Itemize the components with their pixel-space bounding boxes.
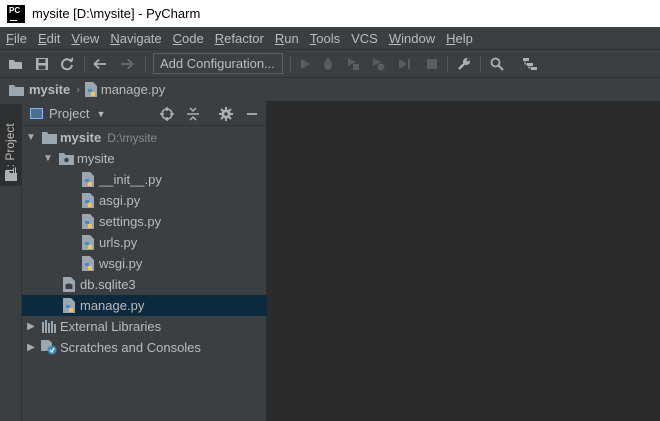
main-toolbar: Add Configuration...: [0, 49, 660, 77]
tree-label: wsgi.py: [99, 256, 143, 271]
structure-icon[interactable]: [521, 55, 539, 73]
tree-label: manage.py: [80, 298, 145, 313]
python-package-icon: [58, 151, 74, 167]
menu-run[interactable]: Run: [269, 31, 304, 46]
sync-icon[interactable]: [58, 55, 76, 73]
tree-path: D:\mysite: [107, 130, 158, 145]
title-bar: PC mysite [D:\mysite] - PyCharm: [0, 0, 660, 27]
python-file-icon: [84, 82, 98, 97]
menu-tools[interactable]: Tools: [304, 31, 345, 46]
python-file-icon: [80, 172, 96, 188]
menu-window[interactable]: Window: [383, 31, 440, 46]
locate-icon[interactable]: [158, 105, 175, 122]
collapsed-arrow-icon[interactable]: ▶: [25, 342, 37, 353]
coverage-icon[interactable]: [344, 55, 362, 73]
tree-label: mysite: [77, 151, 115, 166]
toolbar-separator: [480, 56, 481, 72]
project-panel-title: Project: [49, 106, 90, 121]
toolbar-separator: [290, 56, 291, 72]
folder-icon: [9, 84, 24, 96]
library-icon: [41, 319, 57, 335]
tree-item-root[interactable]: ▼ mysite D:\mysite: [22, 127, 269, 148]
toolbar-separator: [447, 56, 448, 72]
scratches-icon: [41, 340, 57, 356]
project-tool-tab[interactable]: 1: Project: [0, 104, 22, 186]
tree-item-external-libraries[interactable]: ▶ External Libraries: [22, 316, 269, 337]
menu-help[interactable]: Help: [440, 31, 478, 46]
toolbar-separator: [84, 56, 85, 72]
concurrency-icon[interactable]: [396, 55, 414, 73]
toolbar-separator: [145, 56, 146, 72]
folder-icon: [5, 171, 17, 181]
breadcrumb-project[interactable]: mysite: [29, 82, 70, 97]
project-tool-tab-label: 1: Project: [3, 123, 17, 174]
save-icon[interactable]: [33, 55, 51, 73]
tree-label: Scratches and Consoles: [60, 340, 201, 355]
tree-label: urls.py: [99, 235, 138, 250]
menu-view[interactable]: View: [65, 31, 104, 46]
stop-icon[interactable]: [423, 55, 441, 73]
menu-bar: File Edit View Navigate Code Refactor Ru…: [0, 27, 660, 49]
python-file-icon: [80, 193, 96, 209]
run-icon[interactable]: [296, 55, 314, 73]
collapse-all-icon[interactable]: [184, 105, 201, 122]
python-file-icon: [80, 214, 96, 230]
open-folder-icon[interactable]: [7, 55, 25, 73]
left-tool-strip: 1: Project: [0, 101, 22, 421]
expanded-arrow-icon[interactable]: ▼: [42, 153, 54, 164]
tree-label: db.sqlite3: [80, 277, 136, 292]
gear-icon[interactable]: [217, 105, 234, 122]
menu-edit[interactable]: Edit: [32, 31, 65, 46]
collapsed-arrow-icon[interactable]: ▶: [25, 321, 37, 332]
forward-arrow-icon[interactable]: [118, 55, 136, 73]
python-file-icon: [80, 256, 96, 272]
menu-refactor[interactable]: Refactor: [209, 31, 269, 46]
profile-icon[interactable]: [369, 55, 387, 73]
tree-label: __init__.py: [99, 172, 162, 187]
tree-label: asgi.py: [99, 193, 141, 208]
menu-file[interactable]: File: [0, 31, 32, 46]
project-view-selector[interactable]: Project ▼: [30, 101, 105, 126]
python-file-icon: [80, 235, 96, 251]
tree-item-folder[interactable]: ▼ mysite: [22, 148, 286, 169]
project-panel-header: Project ▼: [22, 101, 266, 126]
breadcrumb: mysite › manage.py: [0, 77, 660, 101]
wrench-icon[interactable]: [455, 55, 473, 73]
back-arrow-icon[interactable]: [91, 55, 109, 73]
window-title: mysite [D:\mysite] - PyCharm: [32, 6, 201, 21]
expanded-arrow-icon[interactable]: ▼: [25, 132, 37, 143]
search-icon[interactable]: [488, 55, 506, 73]
add-configuration-button[interactable]: Add Configuration...: [153, 53, 283, 74]
breadcrumb-separator-icon: ›: [76, 83, 80, 96]
python-file-icon: [61, 298, 77, 314]
project-panel: Project ▼ ▼ mysite D:\mysite ▼ mysite __…: [22, 101, 305, 421]
menu-vcs[interactable]: VCS: [345, 31, 383, 46]
pycharm-logo-icon: PC: [7, 4, 25, 23]
database-file-icon: [61, 277, 77, 293]
editor-area[interactable]: [267, 101, 660, 421]
breadcrumb-file[interactable]: manage.py: [101, 82, 165, 97]
folder-icon: [41, 130, 57, 146]
menu-navigate[interactable]: Navigate: [104, 31, 166, 46]
tree-item-file[interactable]: db.sqlite3: [22, 274, 305, 295]
menu-code[interactable]: Code: [167, 31, 209, 46]
project-view-icon: [30, 108, 43, 119]
tree-label: mysite: [60, 130, 102, 145]
debug-icon[interactable]: [319, 55, 337, 73]
minimize-icon[interactable]: [243, 105, 260, 122]
chevron-down-icon: ▼: [96, 108, 106, 119]
tree-item-file-selected[interactable]: manage.py: [22, 295, 305, 316]
tree-label: External Libraries: [60, 319, 162, 334]
tree-label: settings.py: [99, 214, 162, 229]
tree-item-scratches[interactable]: ▶ Scratches and Consoles: [22, 337, 269, 358]
